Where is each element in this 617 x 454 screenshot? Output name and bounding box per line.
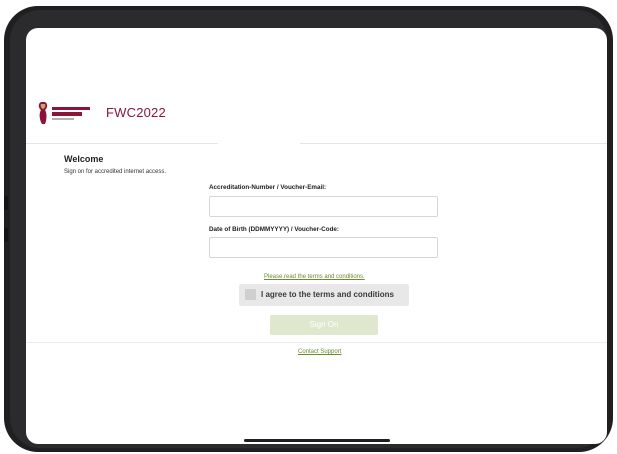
accreditation-field-label: Accreditation-Number / Voucher-Email: [209,184,327,191]
dob-voucher-input[interactable] [209,237,438,258]
tablet-side-button [4,196,8,210]
dob-field-label: Date of Birth (DDMMYYYY) / Voucher-Code: [209,226,340,233]
tablet-side-button [4,228,8,242]
page-title: Welcome [64,154,104,164]
sign-on-button[interactable]: Sign On [270,315,378,335]
tablet-frame: FWC2022 Welcome Sign on for accredited i… [4,6,613,452]
agree-terms-checkbox-row[interactable]: I agree to the terms and conditions [239,284,409,306]
brand-title: FWC2022 [106,105,166,120]
home-indicator[interactable] [244,439,390,442]
terms-link[interactable]: Please read the terms and conditions. [264,274,365,280]
accreditation-input[interactable] [209,196,438,217]
fifa-world-cup-logo [36,100,96,126]
agree-terms-checkbox[interactable] [245,289,256,300]
footer-divider [26,342,607,343]
header-divider-gap [218,141,300,146]
contact-support-link[interactable]: Contact Support [298,349,341,355]
agree-terms-label[interactable]: I agree to the terms and conditions [261,290,394,299]
captive-portal-page: FWC2022 Welcome Sign on for accredited i… [26,28,607,444]
header-divider [26,143,607,144]
page-subtitle: Sign on for accredited internet access. [64,169,167,175]
